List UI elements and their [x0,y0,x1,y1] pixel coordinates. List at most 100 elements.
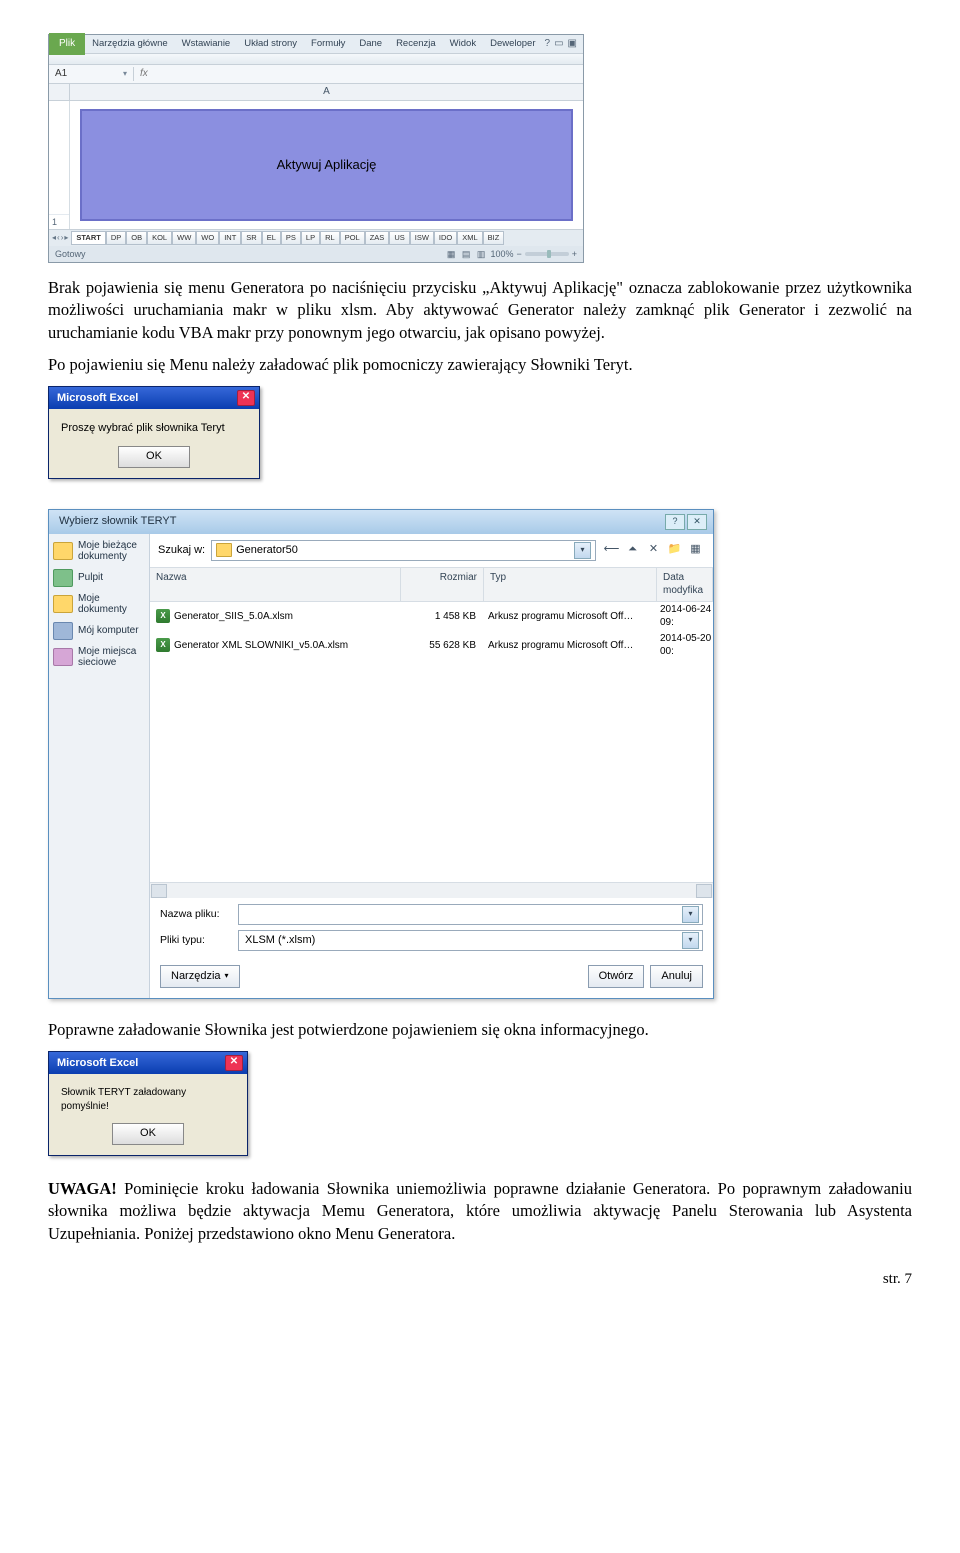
file-open-dialog: Wybierz słownik TERYT ? ✕ Moje bieżące d… [48,509,714,999]
chevron-down-icon[interactable]: ▾ [682,906,699,923]
file-list[interactable]: Generator_SIIS_5.0A.xlsm 1 458 KB Arkusz… [150,602,713,882]
msgbox-prompt: Microsoft Excel ✕ Proszę wybrać plik sło… [48,386,260,479]
lookin-combo[interactable]: Generator50 ▾ [211,540,596,561]
newfolder-icon[interactable]: 📁 [665,541,684,560]
sheet-tab[interactable]: OB [126,231,147,245]
zoom-minus-icon[interactable]: − [516,248,521,260]
sheet-tab[interactable]: IDO [434,231,457,245]
fx-icon[interactable]: fx [134,67,154,81]
paragraph-uwaga: UWAGA! Pominięcie kroku ładowania Słowni… [48,1178,912,1245]
file-row[interactable]: Generator_SIIS_5.0A.xlsm 1 458 KB Arkusz… [150,602,713,631]
paragraph: Brak pojawienia się menu Generatora po n… [48,277,912,344]
folder-icon [216,543,232,557]
sheet-tab[interactable]: PS [281,231,301,245]
status-bar: Gotowy ▦ ▤ ▥ 100% − + [49,246,583,262]
tab-data[interactable]: Dane [352,36,389,53]
zoom-plus-icon[interactable]: + [572,248,577,260]
delete-icon[interactable]: ✕ [644,541,663,560]
close-icon[interactable]: ✕ [225,1055,243,1071]
col-name[interactable]: Nazwa [150,568,401,601]
dialog-toolbar: ⟵ ⏶ ✕ 📁 ▦ [602,541,705,560]
tab-insert[interactable]: Wstawianie [175,36,238,53]
col-date[interactable]: Data modyfika [657,568,713,601]
sheet-tab[interactable]: ISW [410,231,434,245]
title: Microsoft Excel [57,391,138,406]
open-button[interactable]: Otwórz [588,965,645,988]
title: Wybierz słownik TERYT [59,514,176,529]
tab-review[interactable]: Recenzja [389,36,443,53]
activate-app-button[interactable]: Aktywuj Aplikację [80,109,573,221]
ok-button[interactable]: OK [118,446,190,468]
sheet-tab[interactable]: WO [196,231,219,245]
horizontal-scrollbar[interactable] [150,882,713,898]
place-network[interactable]: Moje miejsca sieciowe [53,646,145,669]
window-icon[interactable]: ▣ [568,37,577,51]
ok-button[interactable]: OK [112,1123,184,1145]
close-icon[interactable]: ✕ [237,390,255,406]
zoom-value: 100% [490,248,513,260]
sheet-tab[interactable]: US [389,231,409,245]
sheet-tab[interactable]: KOL [147,231,172,245]
msg-text: Proszę wybrać plik słownika Teryt [61,421,225,436]
xlsm-icon [156,609,170,623]
col-size[interactable]: Rozmiar [401,568,484,601]
up-icon[interactable]: ⏶ [623,541,642,560]
file-tab[interactable]: Plik [49,33,85,55]
column-header-a[interactable]: A [70,84,583,100]
formula-bar: A1▾ fx [49,65,583,84]
filename-input[interactable]: ▾ [238,904,703,925]
sheet-tab[interactable]: RL [320,231,340,245]
tab-formulas[interactable]: Formuły [304,36,352,53]
sheet-tab[interactable]: DP [106,231,126,245]
tab-home[interactable]: Narzędzia główne [85,36,175,53]
place-mydocs[interactable]: Moje dokumenty [53,593,145,616]
minimize-ribbon-icon[interactable]: ▭ [554,37,563,51]
tools-button[interactable]: Narzędzia▾ [160,965,240,988]
sheet-tab[interactable]: XML [457,231,482,245]
views-icon[interactable]: ▦ [686,541,705,560]
view-icons[interactable]: ▦ ▤ ▥ [447,248,488,260]
excel-screenshot: Plik Narzędzia główne Wstawianie Układ s… [48,34,584,263]
sheet-tab[interactable]: WW [172,231,196,245]
xlsm-icon [156,638,170,652]
tab-view[interactable]: Widok [443,36,483,53]
page-number: str. 7 [48,1269,912,1289]
place-computer[interactable]: Mój komputer [53,622,145,640]
status-text: Gotowy [55,248,86,260]
sheet-tab[interactable]: EL [262,231,281,245]
sheet-tab[interactable]: BIZ [483,231,505,245]
filetype-label: Pliki typu: [160,933,230,947]
back-icon[interactable]: ⟵ [602,541,621,560]
lookin-label: Szukaj w: [158,543,205,558]
titlebar: Microsoft Excel ✕ [49,1052,247,1074]
sheet-tab[interactable]: LP [301,231,320,245]
places-bar: Moje bieżące dokumenty Pulpit Moje dokum… [49,534,150,998]
close-icon[interactable]: ✕ [687,514,707,530]
paragraph: Poprawne załadowanie Słownika jest potwi… [48,1019,912,1041]
file-row[interactable]: Generator XML SLOWNIKI_v5.0A.xlsm 55 628… [150,631,713,660]
sheet-tab[interactable]: SR [241,231,261,245]
chevron-down-icon[interactable]: ▾ [123,69,127,80]
chevron-down-icon[interactable]: ▾ [574,542,591,559]
name-box[interactable]: A1▾ [49,67,134,81]
title: Microsoft Excel [57,1056,138,1071]
filetype-combo[interactable]: XLSM (*.xlsm)▾ [238,930,703,951]
help-icon[interactable]: ? [665,514,685,530]
msgbox-success: Microsoft Excel ✕ Słownik TERYT załadowa… [48,1051,248,1156]
cancel-button[interactable]: Anuluj [650,965,703,988]
tab-layout[interactable]: Układ strony [237,36,304,53]
chevron-down-icon: ▾ [225,971,229,982]
zoom-slider[interactable] [525,252,569,256]
sheet-tab[interactable]: START [71,231,105,245]
sheet-tab[interactable]: POL [340,231,365,245]
help-icon[interactable]: ? [545,37,551,51]
tab-nav[interactable]: ◂‹›▸ [49,233,71,244]
chevron-down-icon[interactable]: ▾ [682,932,699,949]
sheet-tab[interactable]: INT [219,231,241,245]
place-recent[interactable]: Moje bieżące dokumenty [53,540,145,563]
tab-developer[interactable]: Deweloper [483,36,542,53]
col-type[interactable]: Typ [484,568,657,601]
sheet-tab[interactable]: ZAS [365,231,390,245]
place-desktop[interactable]: Pulpit [53,569,145,587]
column-headers: Nazwa Rozmiar Typ Data modyfika [150,567,713,602]
